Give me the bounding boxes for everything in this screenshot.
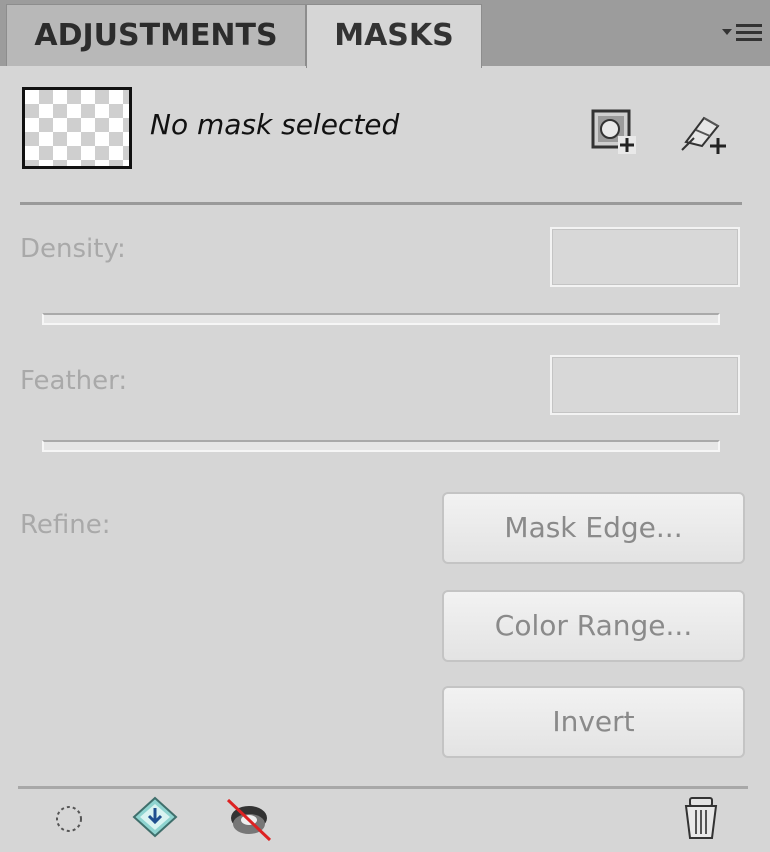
density-slider[interactable] [42,313,720,325]
disable-mask-icon[interactable] [224,794,274,844]
section-divider [20,202,742,205]
footer-divider [18,786,748,789]
load-selection-icon[interactable] [44,794,94,844]
apply-mask-icon[interactable] [130,792,180,842]
density-label: Density: [20,234,126,264]
mask-status: No mask selected [150,108,400,141]
feather-field[interactable] [550,355,740,415]
refine-label: Refine: [20,510,111,540]
mask-edge-button[interactable]: Mask Edge... [442,492,745,564]
tab-adjustments[interactable]: ADJUSTMENTS [6,4,306,66]
feather-slider[interactable] [42,440,720,452]
feather-label: Feather: [20,366,128,396]
trash-icon[interactable] [676,792,726,842]
invert-button[interactable]: Invert [442,686,745,758]
density-field[interactable] [550,227,740,287]
add-vector-mask-icon[interactable] [680,108,728,156]
panel-menu-icon[interactable] [720,18,764,48]
tab-masks[interactable]: MASKS [306,4,482,68]
masks-panel: ADJUSTMENTS MASKS No mask selected Densi… [0,0,770,852]
mask-thumbnail [22,87,132,169]
add-pixel-mask-icon[interactable] [590,108,638,156]
color-range-button[interactable]: Color Range... [442,590,745,662]
tab-bar: ADJUSTMENTS MASKS [0,0,770,68]
